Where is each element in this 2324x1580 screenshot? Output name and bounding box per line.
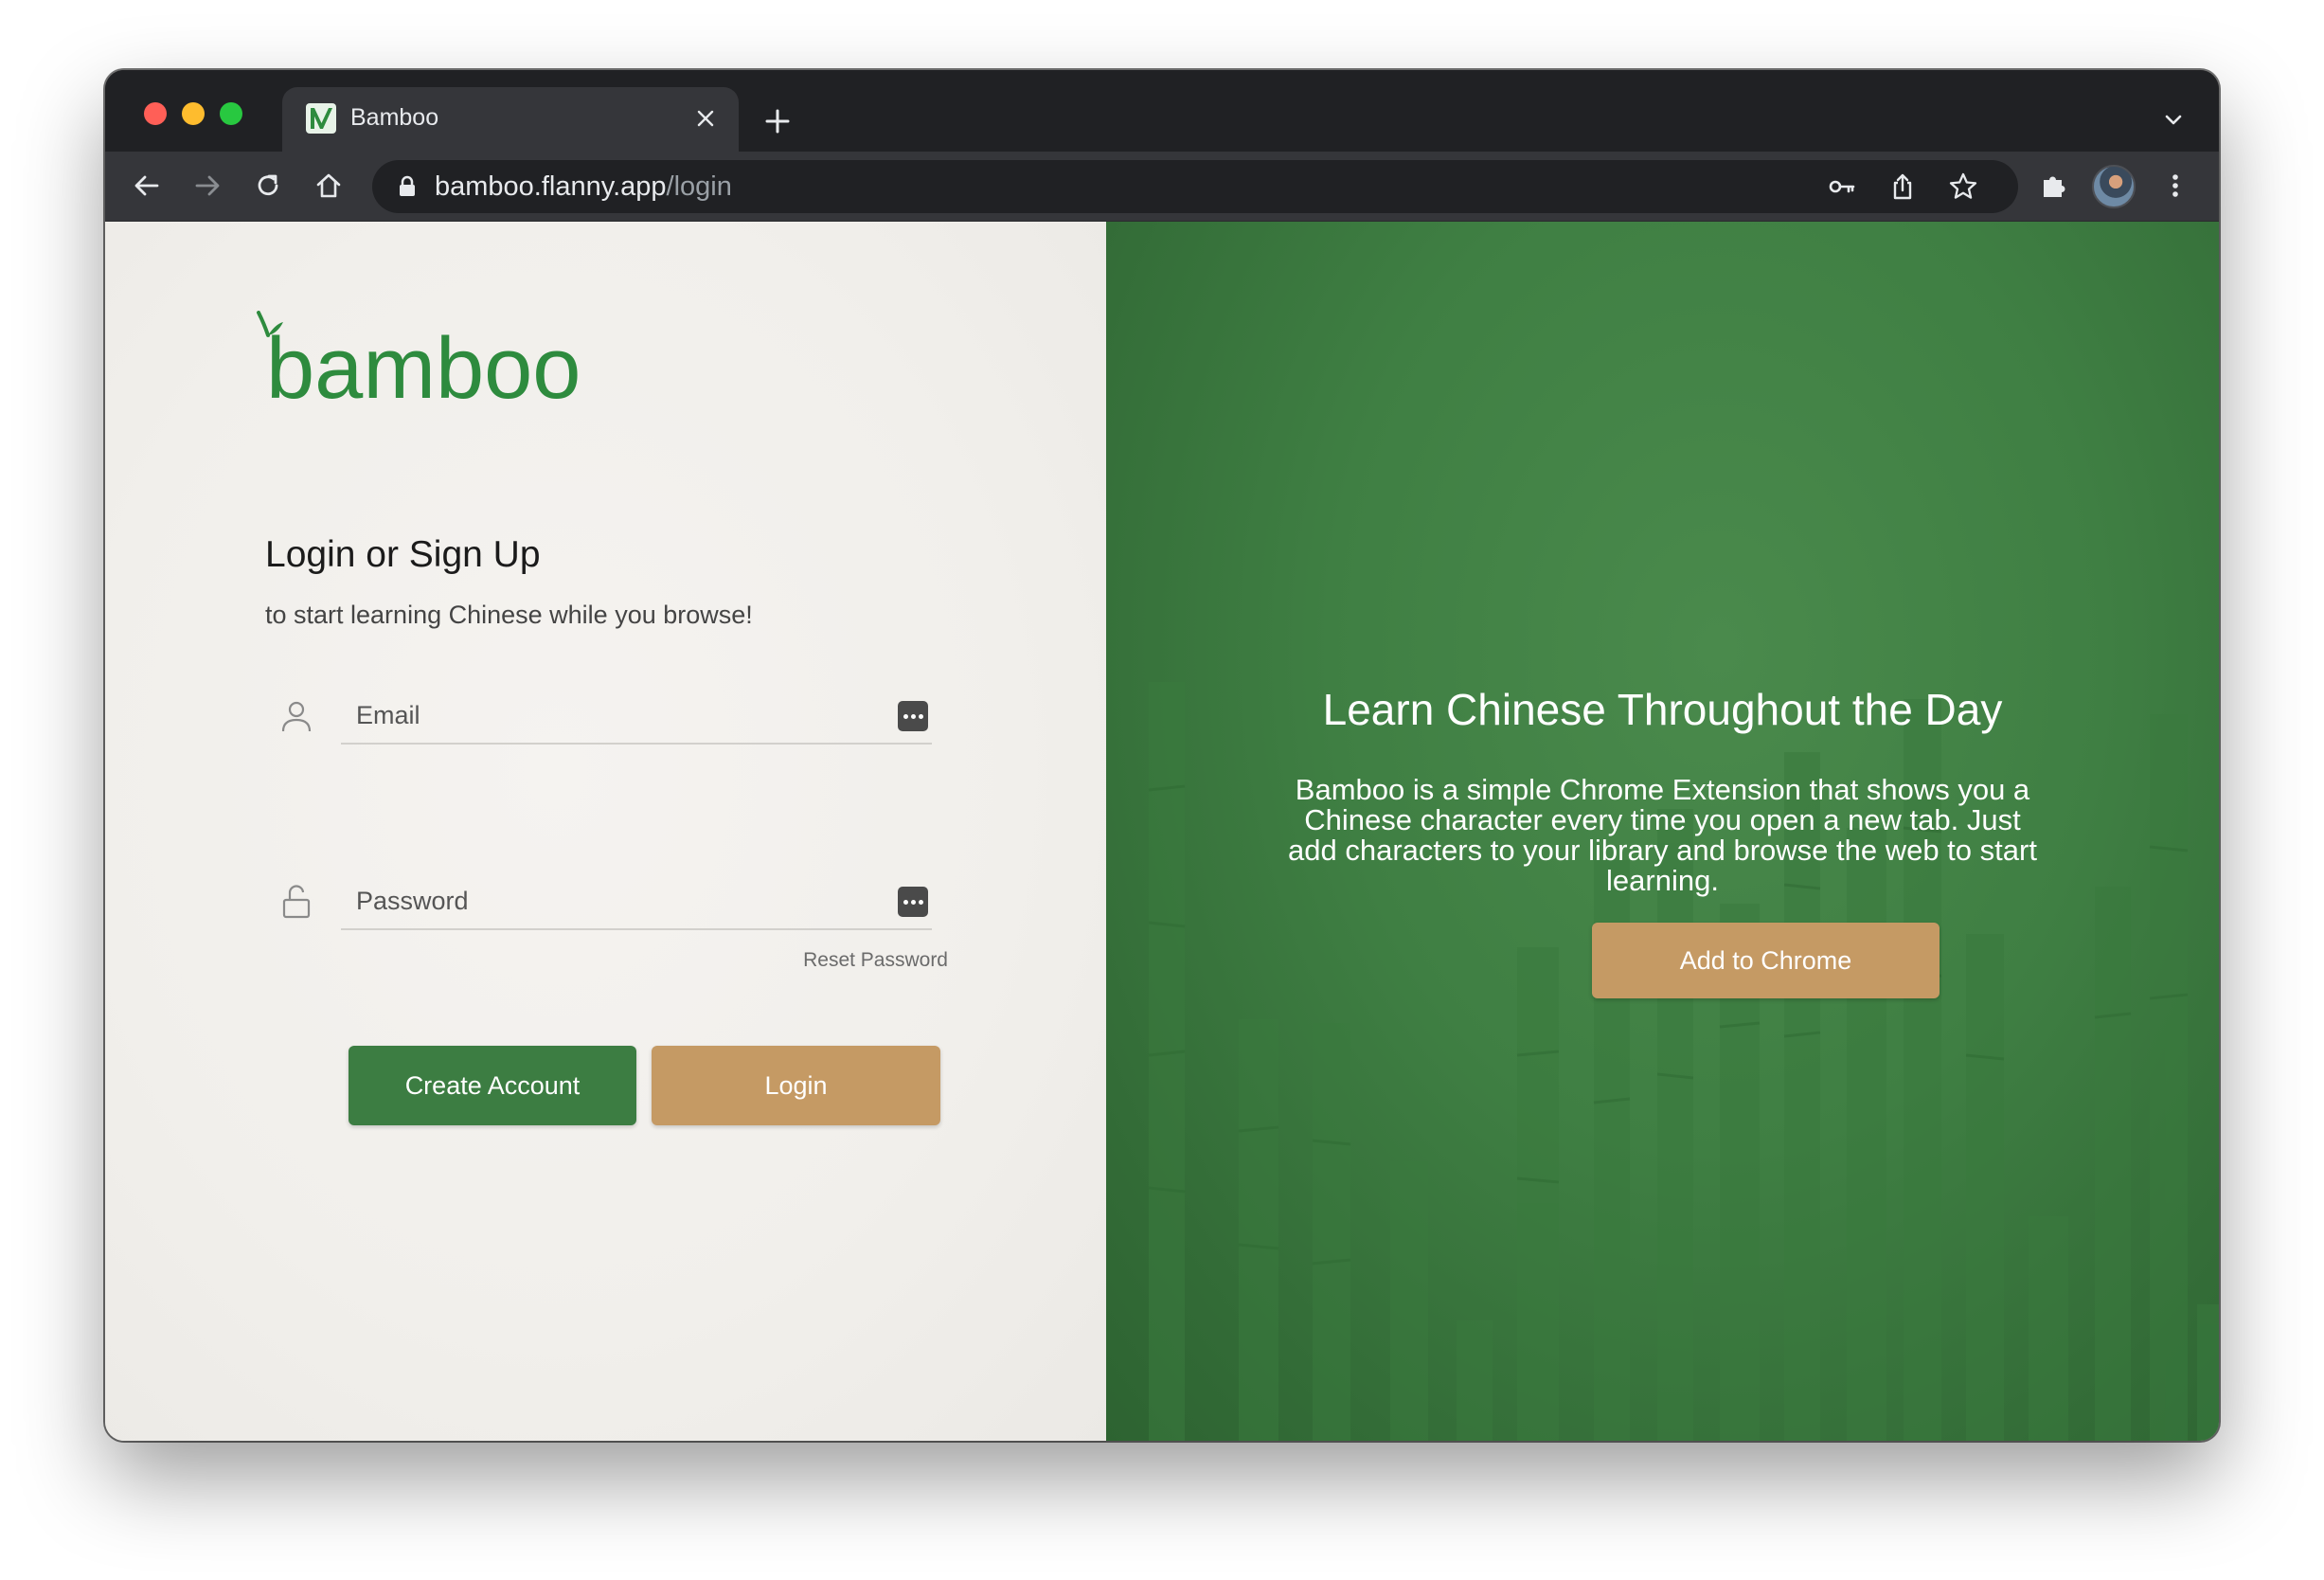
web-page: bamboo Login or Sign Up to start learnin… (105, 222, 2219, 1441)
browser-window: Bamboo bamboo.flanny.app/login bamboo Lo… (105, 70, 2219, 1441)
tab-title: Bamboo (350, 104, 439, 131)
bamboo-logo[interactable]: bamboo (255, 311, 596, 409)
avatar[interactable] (2092, 165, 2136, 208)
close-icon[interactable] (689, 102, 722, 135)
bamboo-favicon-icon (306, 103, 336, 134)
promo-description: Bamboo is a simple Chrome Extension that… (1288, 773, 2037, 897)
email-placeholder: Email (356, 701, 420, 729)
reset-password-link[interactable]: Reset Password (803, 949, 948, 972)
maximize-window-button[interactable] (220, 102, 242, 125)
login-subtitle: to start learning Chinese while you brow… (265, 601, 753, 629)
lock-icon[interactable] (395, 174, 420, 199)
password-placeholder: Password (356, 887, 469, 915)
url-text: bamboo.flanny.app/login (435, 171, 732, 203)
url-host: bamboo.flanny.app (435, 171, 667, 202)
user-icon (281, 701, 312, 732)
minimize-window-button[interactable] (182, 102, 205, 125)
chevron-down-icon[interactable] (2156, 102, 2190, 136)
password-field[interactable]: Password (341, 873, 932, 930)
promo-panel: Learn Chinese Throughout the Day Bamboo … (1106, 222, 2219, 1441)
share-icon[interactable] (1884, 168, 1922, 206)
add-to-chrome-button[interactable]: Add to Chrome (1592, 923, 1940, 998)
address-bar[interactable]: bamboo.flanny.app/login (372, 160, 2018, 213)
kebab-menu-icon[interactable] (2153, 163, 2198, 208)
unlock-icon (282, 885, 311, 919)
promo-title: Learn Chinese Throughout the Day (1322, 685, 2003, 734)
arrow-right-icon[interactable] (185, 163, 230, 208)
login-panel: bamboo Login or Sign Up to start learnin… (105, 222, 1106, 1441)
create-account-button[interactable]: Create Account (349, 1046, 636, 1125)
puzzle-icon[interactable] (2031, 163, 2077, 208)
arrow-left-icon[interactable] (124, 163, 170, 208)
star-icon[interactable] (1944, 168, 1982, 206)
password-manager-icon[interactable] (898, 887, 928, 917)
tab-bamboo[interactable]: Bamboo (282, 87, 739, 152)
email-field[interactable]: Email (341, 688, 932, 745)
login-heading: Login or Sign Up (265, 534, 541, 575)
login-button[interactable]: Login (652, 1046, 940, 1125)
key-icon[interactable] (1823, 168, 1861, 206)
url-path: /login (666, 171, 732, 202)
logo-text: bamboo (266, 320, 581, 409)
tab-strip: Bamboo (105, 70, 2219, 152)
browser-toolbar: bamboo.flanny.app/login (105, 152, 2219, 222)
close-window-button[interactable] (144, 102, 167, 125)
password-manager-icon[interactable] (898, 701, 928, 731)
plus-icon[interactable] (759, 102, 796, 140)
reload-icon[interactable] (245, 163, 291, 208)
home-icon[interactable] (306, 163, 351, 208)
